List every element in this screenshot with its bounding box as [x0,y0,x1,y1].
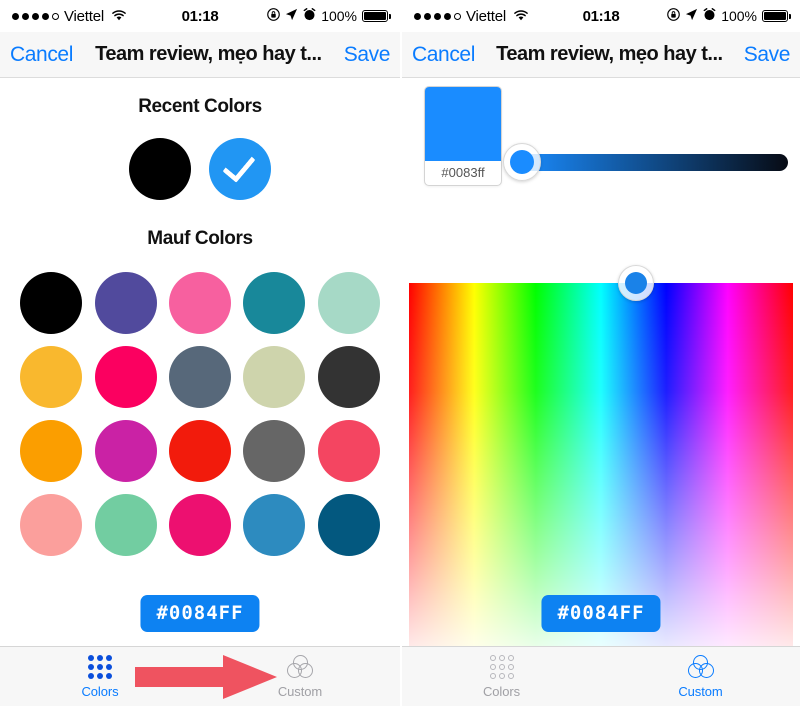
swatch-navy[interactable] [317,494,380,556]
save-button[interactable]: Save [744,43,791,67]
status-bar-right: 100% [267,8,392,24]
swatch-salmon[interactable] [20,494,83,556]
carrier-label: Viettel [466,7,507,25]
spectrum-picker-thumb[interactable] [617,265,654,301]
custom-tab-content: #0083ff #0084FF [402,78,800,646]
swatch-blue-steel[interactable] [243,494,306,556]
tab-colors[interactable]: Colors [402,647,601,706]
tab-bar: Colors Custom [402,646,800,706]
recent-colors-row [0,138,400,200]
wifi-icon [111,8,127,25]
swatch-amber[interactable] [20,346,83,408]
alarm-clock-icon [303,8,316,24]
swatch-charcoal[interactable] [317,346,380,408]
tab-label: Custom [678,683,723,699]
battery-full-icon [762,10,792,22]
hue-saturation-spectrum[interactable] [409,283,793,646]
phone-screen-custom-tab: Viettel 01:18 100% Cancel Team review, m… [400,0,800,706]
status-bar-left: Viettel [414,8,529,25]
swatch-orange[interactable] [20,420,83,482]
recent-swatch-blue[interactable] [209,138,271,200]
save-button[interactable]: Save [344,43,391,67]
cancel-button[interactable]: Cancel [10,43,73,67]
location-arrow-icon [285,8,298,24]
tab-colors[interactable]: Colors [0,647,200,706]
wifi-icon [513,8,529,25]
swatch-indigo[interactable] [94,272,157,334]
phone-screen-colors-tab: Viettel 01:18 100% Cancel Team review, m… [0,0,400,706]
alarm-clock-icon [703,8,716,24]
battery-percent-label: 100% [721,8,757,24]
signal-strength-icon [12,12,59,20]
status-bar: Viettel 01:18 100% [402,0,800,32]
tab-label: Custom [277,683,323,699]
swatch-green-mint[interactable] [94,494,157,556]
status-bar-left: Viettel [12,8,127,25]
swatch-red[interactable] [168,420,231,482]
status-bar: Viettel 01:18 100% [0,0,400,32]
swatch-slate[interactable] [168,346,231,408]
hex-value-badge[interactable]: #0084FF [541,595,661,632]
tab-bar: Colors Custom [0,646,400,706]
navigation-bar: Cancel Team review, mẹo hay t... Save [0,32,400,78]
navigation-bar: Cancel Team review, mẹo hay t... Save [402,32,800,78]
swatch-rose[interactable] [317,420,380,482]
signal-strength-icon [414,12,461,20]
page-title: Team review, mẹo hay t... [95,43,322,65]
custom-picker-top: #0083ff [402,78,800,190]
recent-colors-heading: Recent Colors [138,96,262,117]
mauf-colors-heading: Mauf Colors [147,228,253,249]
swatch-deep-pink[interactable] [168,494,231,556]
swatch-sage[interactable] [243,346,306,408]
mauf-colors-grid [0,272,400,556]
screenshot-root: Viettel 01:18 100% Cancel Team review, m… [0,0,800,706]
tab-custom[interactable]: Custom [200,647,400,706]
swatch-purple-magenta[interactable] [94,420,157,482]
color-preview-swatch [425,87,501,161]
venn-circles-icon [687,654,714,679]
carrier-label: Viettel [64,7,105,25]
spectrum-saturation-layer [409,283,793,646]
venn-circles-icon [287,654,313,679]
swatch-mint-pale[interactable] [317,272,380,334]
page-title: Team review, mẹo hay t... [496,43,723,65]
color-preview-card: #0083ff [424,86,502,186]
swatch-teal[interactable] [243,272,306,334]
dot-grid-icon [88,654,112,679]
hex-value-badge[interactable]: #0084FF [140,595,260,632]
brightness-slider[interactable] [503,143,788,181]
dot-grid-icon [489,654,514,679]
rotation-lock-icon [667,8,681,24]
tab-custom[interactable]: Custom [601,647,800,706]
swatch-gray[interactable] [243,420,306,482]
status-bar-right: 100% [667,8,792,24]
tab-label: Colors [483,683,520,699]
tab-label: Colors [81,683,119,699]
color-preview-hex-label: #0083ff [441,165,485,180]
colors-tab-content: Recent Colors Mauf Colors #0084FF [0,78,400,646]
brightness-slider-thumb[interactable] [503,143,542,181]
battery-percent-label: 100% [321,8,357,24]
battery-full-icon [362,10,392,22]
cancel-button[interactable]: Cancel [412,43,475,67]
check-icon [222,148,256,183]
location-arrow-icon [685,8,698,24]
swatch-black[interactable] [20,272,83,334]
swatch-magenta-hot[interactable] [94,346,157,408]
rotation-lock-icon [267,8,281,24]
recent-swatch-black[interactable] [129,138,191,200]
swatch-pink[interactable] [168,272,231,334]
